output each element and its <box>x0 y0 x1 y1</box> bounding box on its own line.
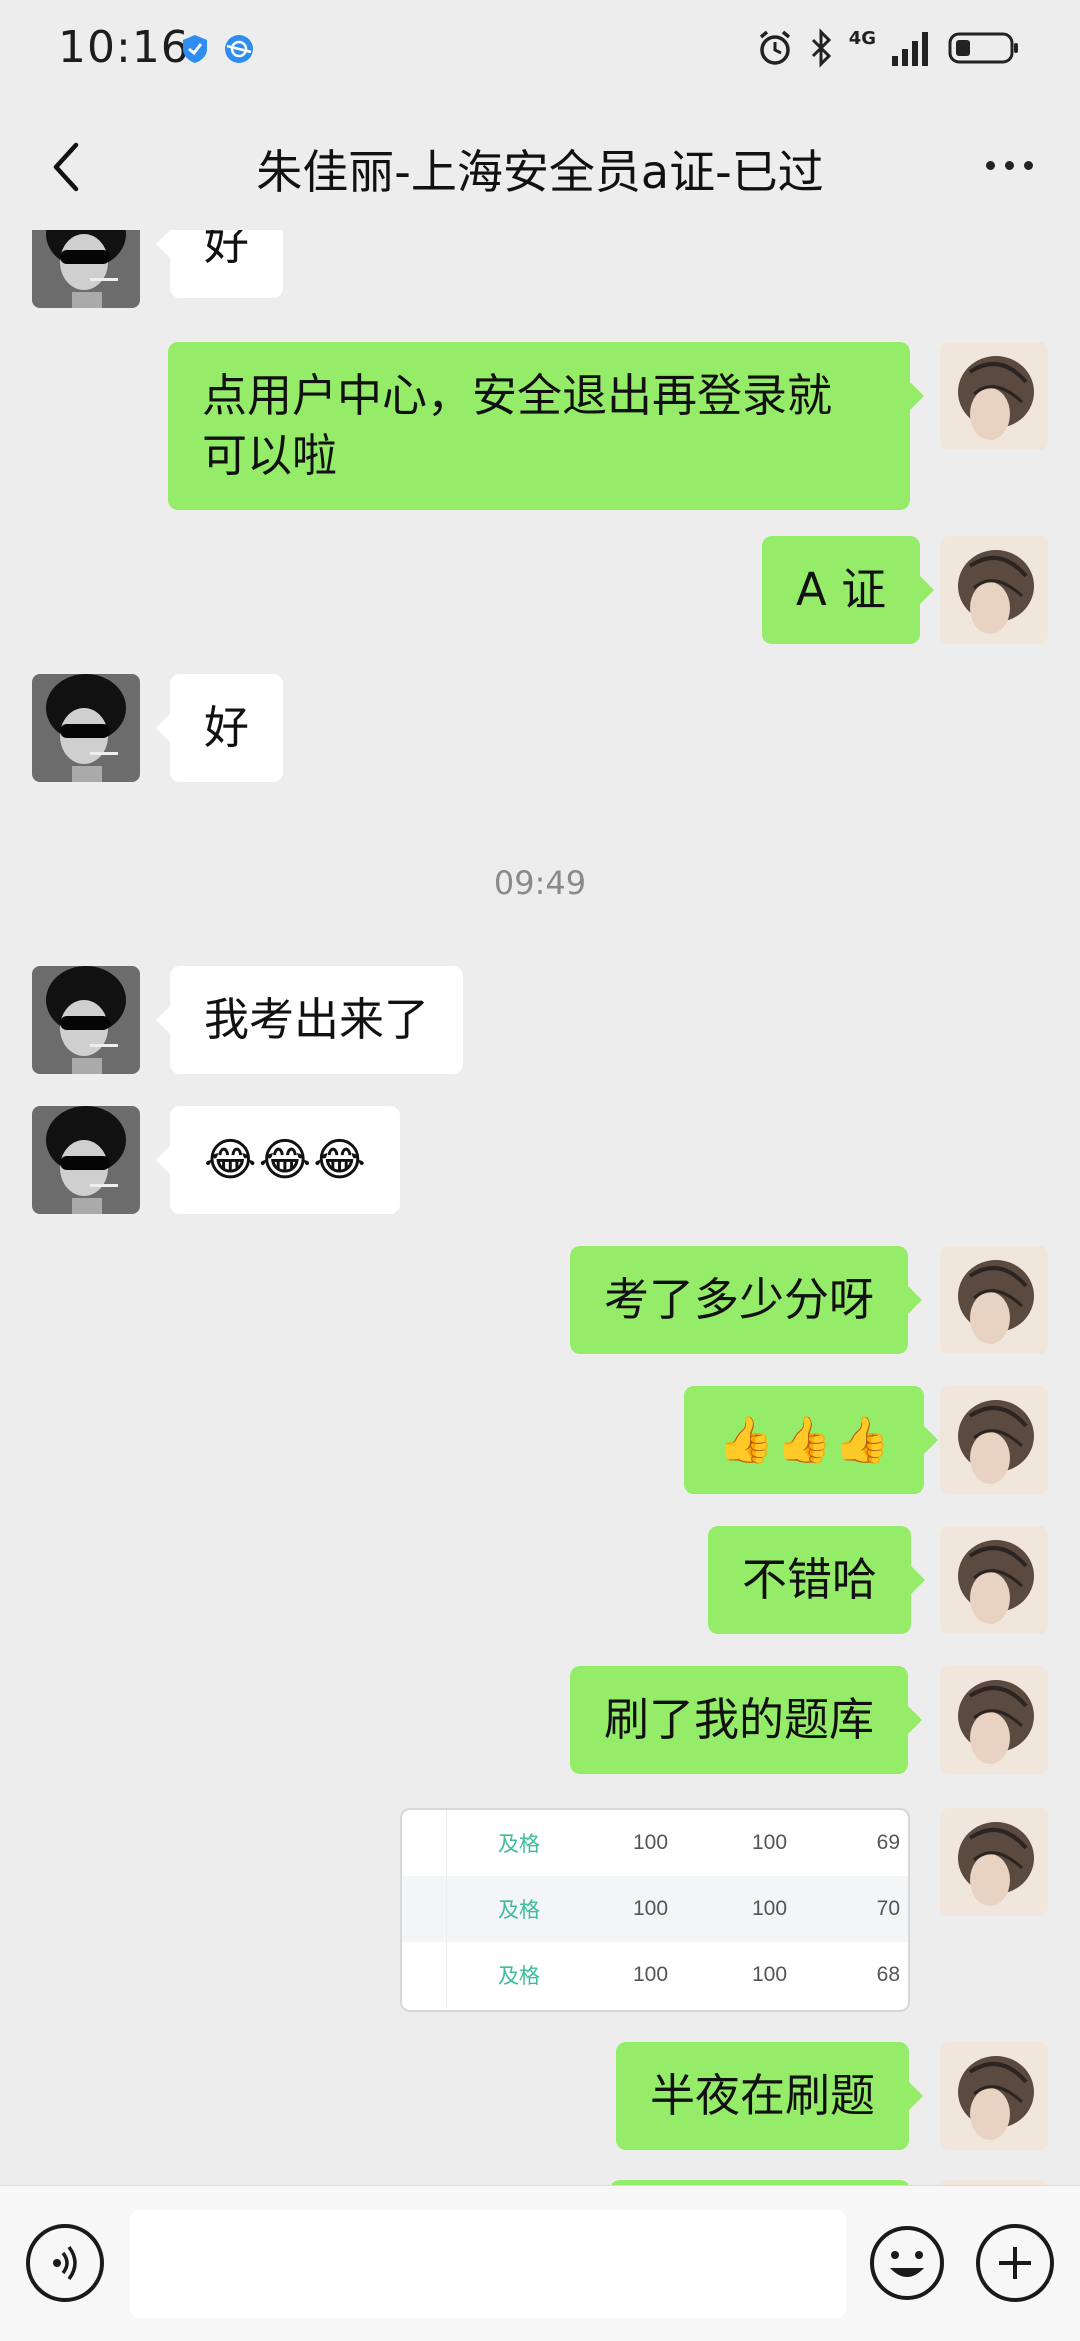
contact-avatar[interactable] <box>32 966 140 1074</box>
score-cell: 100 <box>632 1831 669 1854</box>
my-avatar[interactable] <box>940 1246 1048 1354</box>
outgoing-message[interactable]: A 证 <box>762 536 935 644</box>
more-button[interactable] <box>974 140 1044 190</box>
outgoing-message[interactable]: 👍 👍 👍 <box>684 1386 939 1494</box>
laughing-emoji: 😂 <box>204 1133 257 1186</box>
my-avatar[interactable] <box>940 1526 1048 1634</box>
plus-button[interactable] <box>976 2224 1054 2302</box>
network-label: 4G <box>848 28 876 49</box>
thumbs-up-emoji: 👍 <box>834 1413 891 1466</box>
contact-avatar[interactable] <box>32 230 140 308</box>
more-dot <box>1023 160 1033 170</box>
message-input[interactable] <box>130 2210 846 2318</box>
score-cell: 70 <box>876 1897 900 1920</box>
score-cell: 69 <box>876 1831 900 1854</box>
my-avatar[interactable] <box>940 1386 1048 1494</box>
my-avatar[interactable] <box>940 1808 1048 1916</box>
status-bar: 10:16 4G <box>0 0 1080 100</box>
chat-header: 朱佳丽-上海安全员a证-已过 <box>0 100 1080 230</box>
battery-icon <box>948 28 1020 72</box>
score-cell: 100 <box>751 1831 788 1854</box>
outgoing-message[interactable]: 点用户中心，安全退出再登录就可以啦 <box>168 342 924 510</box>
outgoing-message[interactable]: 刷了我的题库 <box>570 1666 923 1774</box>
pass-status: 及格 <box>498 1833 540 1856</box>
back-button[interactable] <box>38 136 94 198</box>
plus-icon <box>999 2247 1031 2279</box>
score-cell: 100 <box>751 1963 788 1986</box>
incoming-message[interactable]: 我考出来了 <box>155 966 464 1074</box>
incoming-message[interactable]: 好 <box>155 230 284 298</box>
score-cell: 68 <box>876 1963 900 1986</box>
message-list[interactable]: 好 点用户中心，安全退出再登录就可以啦 A 证 好 09:49 我考出来了 😂 … <box>0 230 1080 2185</box>
score-cell: 100 <box>632 1963 669 1986</box>
signal-icon <box>890 28 934 72</box>
chat-title: 朱佳丽-上海安全员a证-已过 <box>256 145 824 199</box>
pass-status: 及格 <box>498 1965 540 1988</box>
emoji-icon <box>870 2226 944 2300</box>
message-timestamp: 09:49 <box>493 864 587 902</box>
pass-status: 及格 <box>498 1899 540 1922</box>
shield-icon <box>178 32 212 66</box>
status-icons: 4G <box>755 26 1020 74</box>
score-row: 及格 100 100 69 <box>402 1810 908 1876</box>
my-avatar[interactable] <box>940 1666 1048 1774</box>
outgoing-message[interactable]: 考了多少分呀 <box>570 1246 923 1354</box>
outgoing-message[interactable]: 不错哈 <box>708 1526 926 1634</box>
score-image-message[interactable]: 及格 100 100 69 及格 100 100 70 及格 100 100 6… <box>400 1808 910 2012</box>
bluetooth-icon <box>809 28 835 72</box>
status-time: 10:16 <box>58 22 190 73</box>
my-avatar[interactable] <box>940 342 1048 450</box>
input-bar <box>0 2185 1080 2341</box>
outgoing-message[interactable]: 半夜在刷题 <box>616 2042 924 2150</box>
score-row: 及格 100 100 68 <box>402 1942 908 2008</box>
voice-icon <box>53 2245 77 2281</box>
score-cell: 100 <box>751 1897 788 1920</box>
thumbs-up-emoji: 👍 <box>718 1413 775 1466</box>
my-avatar[interactable] <box>940 536 1048 644</box>
score-cell: 100 <box>632 1897 669 1920</box>
contact-avatar[interactable] <box>32 674 140 782</box>
my-avatar[interactable] <box>940 2042 1048 2150</box>
voice-button[interactable] <box>26 2224 104 2302</box>
contact-avatar[interactable] <box>32 1106 140 1214</box>
emoji-button[interactable] <box>868 2224 946 2302</box>
more-dot <box>1004 160 1014 170</box>
laughing-emoji: 😂 <box>258 1133 312 1186</box>
incoming-message[interactable]: 好 <box>155 674 284 782</box>
more-dot <box>985 160 995 170</box>
chevron-left-icon <box>53 142 79 192</box>
alarm-icon <box>755 28 795 72</box>
score-row: 及格 100 100 70 <box>402 1876 908 1942</box>
thumbs-up-emoji: 👍 <box>776 1413 833 1466</box>
browser-icon <box>222 32 256 66</box>
laughing-emoji: 😂 <box>313 1133 366 1186</box>
incoming-message[interactable]: 😂 😂 😂 <box>156 1106 400 1214</box>
